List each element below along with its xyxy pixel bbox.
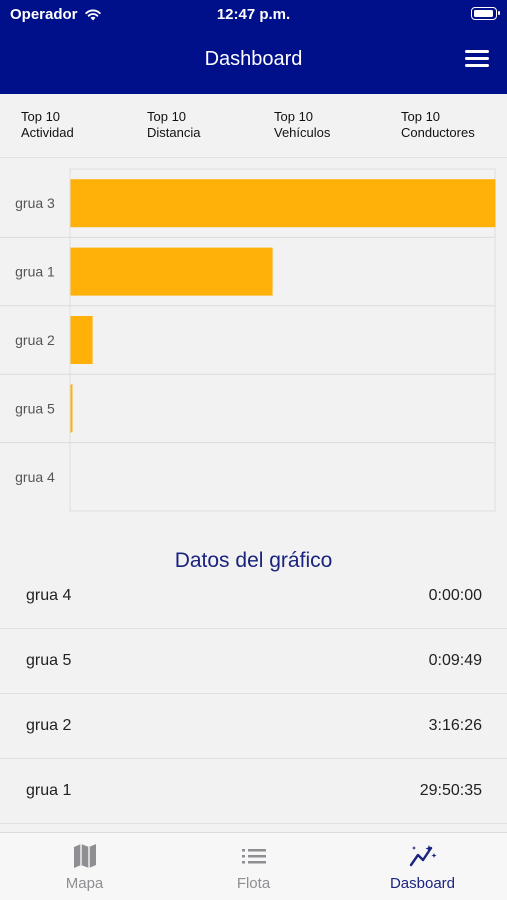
tab-top10-vehiculos[interactable]: Top 10 Vehículos [253,94,379,158]
tabbar-item-mapa[interactable]: Mapa [0,833,169,900]
bar-chart-svg: grua 3 grua 1 grua 2 grua 5 grua 4 [0,168,496,512]
tab-label: Top 10 Actividad [21,109,74,140]
row-name: grua 4 [26,587,72,604]
bar-grua-2 [70,316,93,364]
list-item: grua 4 0:00:00 [0,565,507,629]
tab-top10-actividad[interactable]: Top 10 Actividad [0,94,126,158]
map-icon [73,844,96,868]
nav-bar: Dashboard [0,28,507,94]
tab-label: Top 10 Distancia [147,109,201,140]
bar-chart: grua 3 grua 1 grua 2 grua 5 grua 4 [0,168,507,518]
tab-label: Top 10 Vehículos [274,109,331,140]
tab-top10-distancia[interactable]: Top 10 Distancia [126,94,252,158]
tab-top10-conductores[interactable]: Top 10 Conductores [380,94,506,158]
hamburger-menu-icon[interactable] [465,50,489,68]
battery-icon [471,7,500,20]
tab-label: Top 10 Conductores [401,109,475,140]
tabbar-label: Dasboard [389,875,456,892]
bar-grua-5 [70,384,73,433]
row-name: grua 5 [26,652,72,669]
bar-grua-1 [70,247,273,296]
chart-icon [409,845,436,867]
status-bar: Operador 12:47 p.m. [0,0,507,28]
category-label: grua 1 [15,264,55,280]
row-value: 29:50:35 [419,782,482,799]
category-label: grua 2 [15,332,55,348]
category-label: grua 4 [15,469,55,485]
row-value: 0:00:00 [428,587,482,604]
page-title: Dashboard [204,48,303,70]
tab-strip: Top 10 Actividad Top 10 Distancia Top 10… [0,94,507,158]
bottom-tab-bar: Mapa Flota Dasboard [0,832,507,900]
row-name: grua 2 [26,717,72,734]
row-value: 0:09:49 [428,652,482,669]
category-label: grua 3 [15,195,55,211]
list-item: grua 1 29:50:35 [0,760,507,824]
list-item: grua 5 0:09:49 [0,630,507,694]
tabbar-label: Mapa [65,875,104,892]
status-time: 12:47 p.m. [216,6,291,23]
tabbar-item-flota[interactable]: Flota [169,833,338,900]
bar-grua-3 [70,179,496,228]
row-value: 3:16:26 [428,717,482,734]
list-icon [241,849,266,864]
tabbar-item-dasboard[interactable]: Dasboard [338,833,507,900]
row-name: grua 1 [26,782,72,799]
category-label: grua 5 [15,400,55,416]
list-item: grua 2 3:16:26 [0,695,507,759]
tabbar-label: Flota [236,875,271,892]
